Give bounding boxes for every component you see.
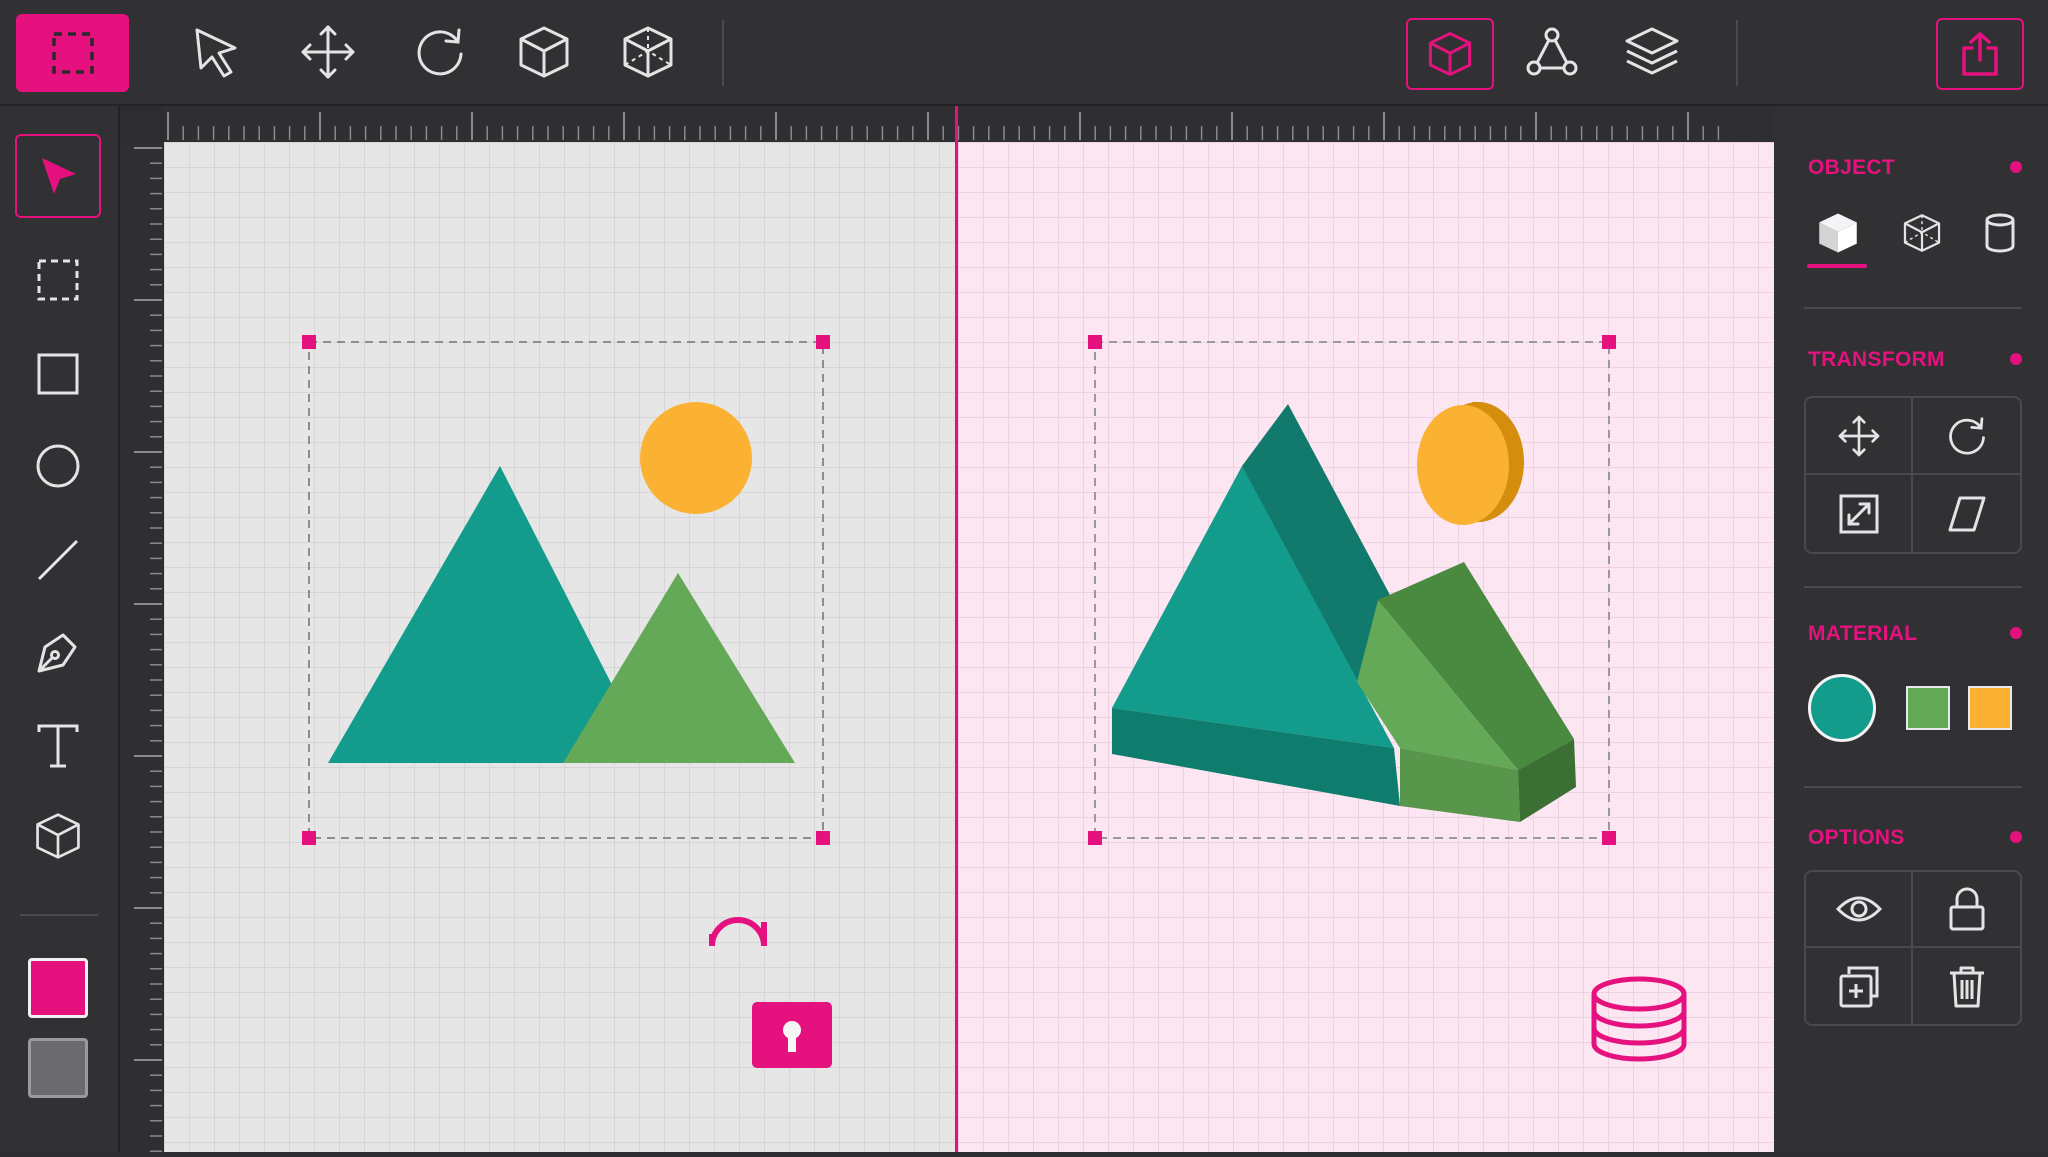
object-tab-underline bbox=[1807, 264, 1867, 268]
top-toolbar bbox=[0, 0, 2048, 106]
horizontal-ruler bbox=[164, 106, 1774, 142]
transform-section-title: TRANSFORM bbox=[1808, 348, 1945, 371]
panel-separator bbox=[1804, 307, 2022, 309]
left-toolbar bbox=[0, 106, 120, 1152]
scale-icon[interactable] bbox=[1806, 475, 1913, 552]
text-icon[interactable] bbox=[28, 716, 88, 776]
duplicate-icon[interactable] bbox=[1806, 948, 1913, 1024]
wireframe-cube-icon[interactable] bbox=[616, 20, 680, 84]
resize-handle[interactable] bbox=[816, 335, 830, 349]
ellipse-icon[interactable] bbox=[28, 436, 88, 496]
export-icon[interactable] bbox=[1936, 18, 2024, 90]
panel-separator bbox=[1804, 586, 2022, 588]
options-section-title: OPTIONS bbox=[1808, 826, 1905, 849]
resize-handle[interactable] bbox=[302, 831, 316, 845]
cube-icon[interactable] bbox=[28, 806, 88, 866]
resize-handle[interactable] bbox=[1088, 335, 1102, 349]
resize-handle[interactable] bbox=[302, 335, 316, 349]
move-icon[interactable] bbox=[1806, 398, 1913, 475]
3d-mountain-large bbox=[1112, 404, 1400, 806]
rectangle-icon[interactable] bbox=[28, 344, 88, 404]
cylinder-icon[interactable] bbox=[1970, 204, 2030, 262]
pen-icon[interactable] bbox=[28, 622, 88, 682]
delete-icon[interactable] bbox=[1913, 948, 2020, 1024]
toolbar-divider bbox=[722, 20, 724, 86]
cube-icon[interactable] bbox=[512, 20, 576, 84]
rotate-icon[interactable] bbox=[408, 20, 472, 84]
material-section-indicator bbox=[2010, 627, 2022, 639]
node-graph-icon[interactable] bbox=[1520, 20, 1584, 84]
cube-3d-mode-icon[interactable] bbox=[1406, 18, 1494, 90]
rotate-icon[interactable] bbox=[1913, 398, 2020, 475]
options-buttons bbox=[1804, 870, 2022, 1026]
material-section-title: MATERIAL bbox=[1808, 622, 1918, 645]
material-swatch-green[interactable] bbox=[1906, 686, 1950, 730]
transform-buttons bbox=[1804, 396, 2022, 554]
line-icon[interactable] bbox=[28, 530, 88, 590]
options-section-indicator bbox=[2010, 831, 2022, 843]
pointer-icon[interactable] bbox=[186, 20, 246, 84]
transform-section-indicator bbox=[2010, 353, 2022, 365]
resize-handle[interactable] bbox=[1602, 335, 1616, 349]
wireframe-cube-icon[interactable] bbox=[1892, 204, 1952, 262]
3d-artboard[interactable] bbox=[958, 142, 1774, 1152]
skew-icon[interactable] bbox=[1913, 475, 2020, 552]
material-swatch-orange[interactable] bbox=[1968, 686, 2012, 730]
3d-extruded-mountain-sun-image[interactable] bbox=[1112, 402, 1576, 822]
vertical-ruler bbox=[120, 142, 164, 1152]
selection-box-left bbox=[302, 335, 830, 845]
object-section-title: OBJECT bbox=[1808, 156, 1895, 179]
resize-handle[interactable] bbox=[1088, 831, 1102, 845]
marquee-icon[interactable] bbox=[28, 250, 88, 310]
flat-artboard[interactable] bbox=[164, 142, 956, 1152]
panel-separator bbox=[1804, 786, 2022, 788]
database-stack-icon[interactable] bbox=[1591, 976, 1687, 1062]
flat-sun bbox=[640, 402, 752, 514]
toolbar-separator bbox=[20, 914, 98, 916]
fill-color-swatch[interactable] bbox=[28, 958, 88, 1018]
resize-handle[interactable] bbox=[816, 831, 830, 845]
layers-icon[interactable] bbox=[1620, 20, 1684, 84]
toolbar-divider-right bbox=[1736, 20, 1738, 86]
split-view-divider[interactable] bbox=[955, 106, 958, 1152]
object-section-indicator bbox=[2010, 161, 2022, 173]
material-swatch-teal[interactable] bbox=[1808, 674, 1876, 742]
lock-icon[interactable] bbox=[1913, 872, 2020, 948]
resize-handle[interactable] bbox=[1602, 831, 1616, 845]
marquee-select-icon[interactable] bbox=[16, 14, 129, 92]
flat-mountain-sun-image[interactable] bbox=[328, 402, 795, 763]
stroke-color-swatch[interactable] bbox=[28, 1038, 88, 1098]
move-icon[interactable] bbox=[296, 20, 360, 84]
select-arrow-icon[interactable] bbox=[15, 134, 101, 218]
3d-sun bbox=[1417, 402, 1524, 525]
visibility-eye-icon[interactable] bbox=[1806, 872, 1913, 948]
unlocked-padlock-icon[interactable] bbox=[709, 917, 832, 1068]
solid-cube-icon[interactable] bbox=[1808, 204, 1868, 262]
